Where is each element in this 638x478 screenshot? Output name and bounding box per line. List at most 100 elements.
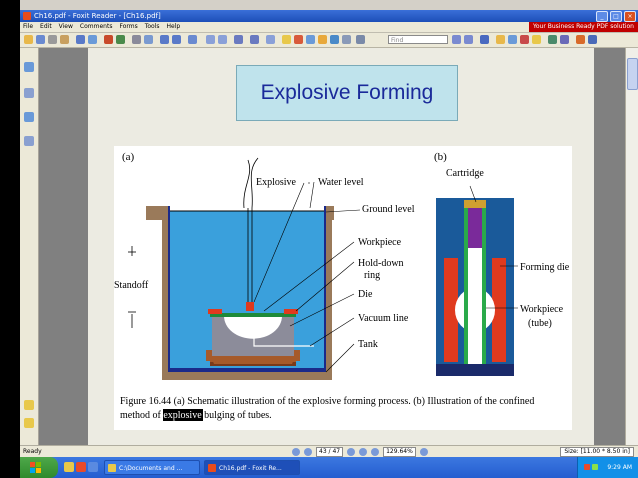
start-button[interactable]: [20, 457, 58, 478]
label-tube: (tube): [528, 318, 552, 329]
rotate-icon[interactable]: [560, 35, 569, 44]
cartridge-cap: [464, 200, 486, 208]
caption-highlight: explosive: [163, 410, 202, 421]
scrollbar-thumb[interactable]: [627, 58, 638, 90]
label-tank: Tank: [358, 339, 378, 350]
find-prev-icon[interactable]: [452, 35, 461, 44]
page-size: Size: [11.00 * 8.50 in]: [560, 447, 634, 457]
toolbar: Find: [20, 33, 638, 48]
text-box-icon[interactable]: [330, 35, 339, 44]
bookmarks-tab-icon[interactable]: [24, 62, 34, 72]
note-icon[interactable]: [282, 35, 291, 44]
label-holddown-1: Hold-down: [358, 258, 404, 269]
caption-line-1: Figure 16.44 (a) Schematic illustration …: [120, 396, 534, 407]
zoom-field[interactable]: 129.64%: [383, 447, 416, 457]
fit-page-icon[interactable]: [218, 35, 227, 44]
caption-post: bulging of tubes.: [202, 410, 272, 421]
signatures-tab-icon[interactable]: [24, 418, 34, 428]
system-tray: 9:29 AM: [577, 457, 638, 478]
attachments-tab-icon[interactable]: [24, 136, 34, 146]
document-area[interactable]: Explosive Forming (a) Standoff Explosive…: [39, 48, 626, 445]
pages-tab-icon[interactable]: [24, 88, 34, 98]
zoom-icon[interactable]: [188, 35, 197, 44]
next-page-icon[interactable]: [347, 448, 356, 456]
label-workpiece-b: Workpiece: [520, 304, 564, 315]
attachment-icon[interactable]: [532, 35, 541, 44]
copy-icon[interactable]: [132, 35, 141, 44]
menu-help[interactable]: Help: [166, 22, 180, 32]
email-icon[interactable]: [60, 35, 69, 44]
clock: 9:29 AM: [607, 464, 632, 471]
quicklaunch-desktop-icon[interactable]: [88, 462, 98, 472]
menu-file[interactable]: File: [23, 22, 33, 32]
taskbar-item-foxit[interactable]: Ch16.pdf - Foxit Re...: [204, 460, 300, 475]
first-page-icon[interactable]: [292, 448, 300, 456]
security-tab-icon[interactable]: [24, 400, 34, 410]
label-explosive: Explosive: [256, 177, 297, 188]
menu-view[interactable]: View: [59, 22, 73, 32]
layers-tab-icon[interactable]: [24, 112, 34, 122]
menu-edit[interactable]: Edit: [40, 22, 52, 32]
find-input[interactable]: Find: [388, 35, 448, 44]
vertical-scrollbar[interactable]: [625, 48, 638, 445]
edit-icon[interactable]: [508, 35, 517, 44]
menu-comments[interactable]: Comments: [80, 22, 113, 32]
comment-icon[interactable]: [318, 35, 327, 44]
find-icon[interactable]: [356, 35, 365, 44]
open-icon[interactable]: [24, 35, 33, 44]
tools-icon[interactable]: [576, 35, 585, 44]
typewriter-icon[interactable]: [306, 35, 315, 44]
promo-banner[interactable]: Your Business Ready PDF solution: [529, 22, 638, 32]
label-vacuum-line: Vacuum line: [358, 313, 409, 324]
close-button[interactable]: ×: [624, 11, 636, 22]
zoom-in-status-icon[interactable]: [419, 448, 428, 456]
select-text-icon[interactable]: [88, 35, 97, 44]
save-icon[interactable]: [36, 35, 45, 44]
find-next-icon[interactable]: [464, 35, 473, 44]
tray-icon-2[interactable]: [592, 464, 598, 470]
figure: (a) Standoff Explosive Water level Groun…: [114, 146, 572, 430]
menu-tools[interactable]: Tools: [145, 22, 160, 32]
zoom-out-status-icon[interactable]: [371, 448, 380, 456]
undo-icon[interactable]: [160, 35, 169, 44]
image-icon[interactable]: [342, 35, 351, 44]
label-cartridge: Cartridge: [446, 168, 484, 179]
highlight-icon[interactable]: [294, 35, 303, 44]
print-icon[interactable]: [48, 35, 57, 44]
label-standoff: Standoff: [114, 280, 149, 291]
prev-page-icon[interactable]: [304, 448, 312, 456]
taskbar-item-explorer[interactable]: C:\Documents and ...: [104, 460, 200, 475]
pdf-page: Explosive Forming (a) Standoff Explosive…: [88, 48, 594, 445]
label-workpiece: Workpiece: [358, 237, 402, 248]
menu-bar: File Edit View Comments Forms Tools Help…: [20, 22, 638, 33]
base-plate: [436, 364, 514, 376]
fit-width-icon[interactable]: [266, 35, 275, 44]
zoom-in-icon[interactable]: [250, 35, 259, 44]
zoom-out-icon[interactable]: [234, 35, 243, 44]
label-ground-level: Ground level: [362, 204, 415, 215]
menu-forms[interactable]: Forms: [119, 22, 137, 32]
minimize-button[interactable]: _: [596, 11, 608, 22]
settings-icon[interactable]: [588, 35, 597, 44]
holddown-ring-right: [284, 309, 298, 314]
page-number-field[interactable]: 43 / 47: [316, 447, 344, 457]
quicklaunch-firefox-icon[interactable]: [76, 462, 86, 472]
label-water-level: Water level: [318, 177, 364, 188]
bookmark-icon[interactable]: [548, 35, 557, 44]
actual-size-icon[interactable]: [206, 35, 215, 44]
redo-icon[interactable]: [172, 35, 181, 44]
last-page-icon[interactable]: [359, 448, 368, 456]
folder-task-icon: [108, 464, 116, 472]
folder-icon[interactable]: [496, 35, 505, 44]
quicklaunch-ie-icon[interactable]: [64, 462, 74, 472]
pen-icon[interactable]: [480, 35, 489, 44]
back-icon[interactable]: [104, 35, 113, 44]
stamp-icon[interactable]: [520, 35, 529, 44]
forward-icon[interactable]: [116, 35, 125, 44]
label-holddown-2: ring: [364, 270, 380, 281]
snapshot-icon[interactable]: [144, 35, 153, 44]
navigation-panel: [20, 48, 39, 445]
tray-icon-1[interactable]: [584, 464, 590, 470]
hand-tool-icon[interactable]: [76, 35, 85, 44]
maximize-button[interactable]: □: [610, 11, 622, 22]
